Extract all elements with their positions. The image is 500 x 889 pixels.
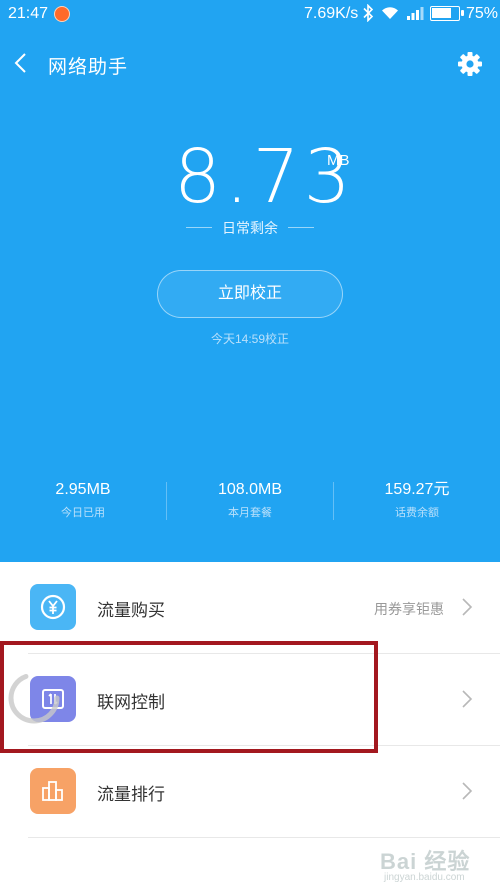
network-speed: 7.69K/s bbox=[304, 5, 359, 22]
calibrate-button[interactable]: 立即校正 bbox=[157, 270, 343, 318]
caption-line-right bbox=[288, 227, 314, 228]
stat-phone-balance: 159.27元 话费余额 bbox=[334, 478, 500, 520]
app-notification-icon bbox=[54, 6, 70, 22]
usage-stats: 2.95MB 今日已用 108.0MB 本月套餐 159.27元 话费余额 bbox=[0, 478, 500, 528]
wifi-icon bbox=[382, 7, 398, 19]
signal-icon bbox=[407, 7, 424, 20]
remaining-unit: MB bbox=[327, 152, 350, 169]
battery-level-fill bbox=[432, 8, 451, 18]
stat-today-used: 2.95MB 今日已用 bbox=[0, 478, 166, 520]
status-bar: 21:47 7.69K/s 75% bbox=[0, 0, 500, 30]
highlight-annotation-box bbox=[0, 641, 378, 753]
chevron-right-icon bbox=[462, 782, 473, 800]
bar-chart-icon bbox=[30, 768, 76, 814]
last-calibrated-text: 今天14:59校正 bbox=[210, 332, 290, 346]
title-bar: 网络助手 bbox=[0, 42, 500, 86]
bluetooth-icon bbox=[363, 4, 374, 22]
battery-percent: 75% bbox=[466, 5, 499, 22]
stat-label: 话费余额 bbox=[395, 507, 439, 519]
battery-icon bbox=[430, 6, 464, 21]
list-item-label: 流量购买 bbox=[97, 601, 165, 620]
list-item-data-ranking[interactable]: 流量排行 bbox=[0, 746, 500, 838]
back-arrow-icon[interactable] bbox=[12, 52, 30, 74]
stat-label: 本月套餐 bbox=[228, 507, 272, 519]
baidu-watermark: Bai 经验 jingyan.baidu.com bbox=[380, 838, 498, 886]
status-time: 21:47 bbox=[8, 5, 49, 22]
remaining-caption: 日常剩余 bbox=[222, 220, 278, 236]
stat-label: 今日已用 bbox=[61, 507, 105, 519]
gear-icon[interactable] bbox=[457, 51, 483, 77]
stat-value: 2.95MB bbox=[55, 481, 111, 498]
page-title: 网络助手 bbox=[48, 57, 129, 78]
yen-coin-icon bbox=[30, 584, 76, 630]
chevron-right-icon bbox=[462, 598, 473, 616]
chevron-right-icon bbox=[462, 690, 473, 708]
stat-value: 108.0MB bbox=[217, 481, 283, 498]
watermark-url: jingyan.baidu.com bbox=[384, 872, 465, 883]
stat-monthly-plan: 108.0MB 本月套餐 bbox=[167, 478, 333, 520]
header-panel: 21:47 7.69K/s 75% 网络助手 8.73 MB 日常剩余 立即校正… bbox=[0, 0, 500, 562]
list-item-label: 流量排行 bbox=[97, 785, 165, 804]
list-item-hint: 用券享钜惠 bbox=[374, 601, 444, 617]
stat-value: 159.27元 bbox=[384, 481, 450, 498]
